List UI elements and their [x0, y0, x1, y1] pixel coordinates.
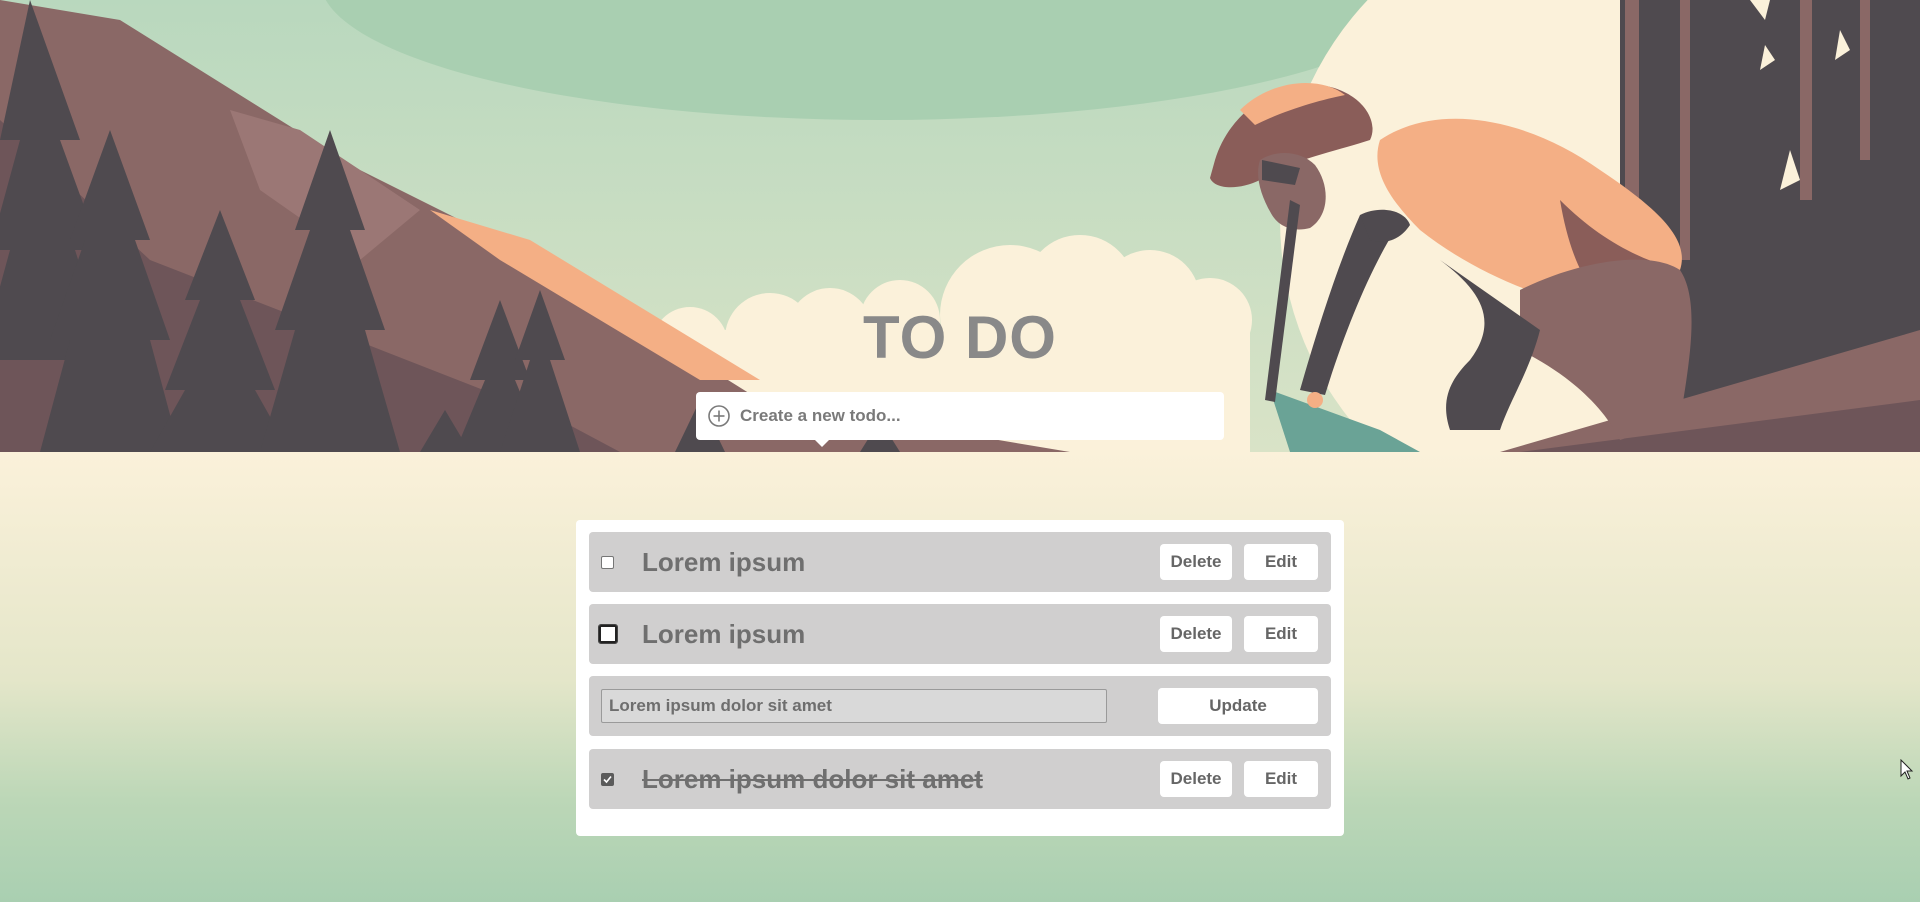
- todo-text: Lorem ipsum: [642, 546, 806, 577]
- edit-button[interactable]: Edit: [1244, 544, 1318, 580]
- edit-button[interactable]: Edit: [1244, 616, 1318, 652]
- todo-item-editing: Update: [589, 676, 1331, 736]
- edit-button[interactable]: Edit: [1244, 761, 1318, 797]
- todo-item: Lorem ipsum Delete Edit: [589, 532, 1331, 592]
- hero-illustration: [0, 0, 1920, 452]
- delete-button[interactable]: Delete: [1160, 761, 1232, 797]
- delete-button[interactable]: Delete: [1160, 544, 1232, 580]
- edit-todo-input[interactable]: [601, 689, 1107, 723]
- todo-text: Lorem ipsum: [642, 618, 806, 649]
- delete-button[interactable]: Delete: [1160, 616, 1232, 652]
- todo-checkbox[interactable]: [598, 624, 618, 644]
- page-title: TO DO: [863, 304, 1057, 371]
- todo-item: Lorem ipsum dolor sit amet Delete Edit: [589, 749, 1331, 809]
- new-todo-input[interactable]: [740, 396, 1224, 436]
- checkmark-icon: [603, 775, 612, 783]
- new-todo-bar: [696, 392, 1224, 440]
- mouse-cursor-icon: [1900, 759, 1914, 780]
- todo-text: Lorem ipsum dolor sit amet: [642, 763, 983, 794]
- todo-list: Lorem ipsum Delete Edit Lorem ipsum Dele…: [576, 520, 1344, 836]
- todo-item: Lorem ipsum Delete Edit: [589, 604, 1331, 664]
- update-button[interactable]: Update: [1158, 688, 1318, 724]
- input-pointer-tick: [815, 440, 829, 447]
- todo-checkbox[interactable]: [601, 555, 614, 569]
- todo-checkbox[interactable]: [601, 772, 614, 786]
- plus-circle-icon[interactable]: [708, 405, 730, 427]
